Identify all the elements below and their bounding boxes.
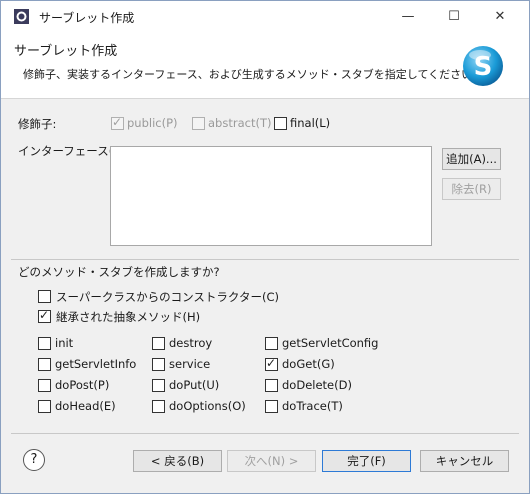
dotrace-checkbox[interactable] <box>265 400 278 413</box>
footer-separator <box>11 433 519 434</box>
finish-button[interactable]: 完了(F) <box>322 450 411 472</box>
wizard-header: サーブレット作成 修飾子、実装するインターフェース、および生成するメソッド・スタ… <box>1 32 529 99</box>
service-checkbox[interactable] <box>152 358 165 371</box>
servlet-wizard-window: サーブレット作成 — ☐ ✕ サーブレット作成 修飾子、実装するインターフェース… <box>0 0 530 494</box>
minimize-button[interactable]: — <box>385 1 431 32</box>
cancel-button[interactable]: キャンセル <box>420 450 509 472</box>
destroy-label: destroy <box>169 336 213 350</box>
dopost-label: doPost(P) <box>55 378 110 392</box>
dohead-checkbox[interactable] <box>38 400 51 413</box>
stubs-question: どのメソッド・スタブを作成しますか? <box>18 265 220 279</box>
page-description: 修飾子、実装するインターフェース、および生成するメソッド・スタブを指定してくださ… <box>23 68 484 81</box>
dodelete-checkbox[interactable] <box>265 379 278 392</box>
dodelete-label: doDelete(D) <box>282 378 352 392</box>
public-checkbox[interactable]: ✓ <box>111 115 124 130</box>
service-label: service <box>169 357 211 371</box>
servlet-logo-icon: S <box>463 46 503 86</box>
modifiers-label: 修飾子: <box>18 117 57 131</box>
checkmark-icon: ✓ <box>112 115 123 129</box>
inherited-abstract-label: 継承された抽象メソッド(H) <box>56 310 201 324</box>
page-title: サーブレット作成 <box>14 44 118 59</box>
svg-text:S: S <box>474 52 493 82</box>
doput-label: doPut(U) <box>169 378 220 392</box>
init-checkbox[interactable] <box>38 337 51 350</box>
dohead-label: doHead(E) <box>55 399 116 413</box>
eclipse-icon <box>14 9 29 24</box>
remove-interface-button[interactable]: 除去(R) <box>442 178 501 200</box>
abstract-label: abstract(T) <box>208 116 272 130</box>
doget-checkbox[interactable]: ✓ <box>265 356 278 371</box>
checkmark-icon: ✓ <box>266 356 277 370</box>
getservletinfo-checkbox[interactable] <box>38 358 51 371</box>
dooptions-label: doOptions(O) <box>169 399 246 413</box>
dooptions-checkbox[interactable] <box>152 400 165 413</box>
help-icon[interactable]: ? <box>23 449 45 471</box>
final-label: final(L) <box>290 116 331 130</box>
superclass-constructors-label: スーパークラスからのコンストラクター(C) <box>56 290 279 304</box>
next-button[interactable]: 次へ(N) > <box>227 450 316 472</box>
dopost-checkbox[interactable] <box>38 379 51 392</box>
doput-checkbox[interactable] <box>152 379 165 392</box>
separator <box>11 259 519 260</box>
title-bar: サーブレット作成 — ☐ ✕ <box>1 1 529 32</box>
public-label: public(P) <box>127 116 178 130</box>
back-button[interactable]: < 戻る(B) <box>133 450 222 472</box>
dotrace-label: doTrace(T) <box>282 399 343 413</box>
close-button[interactable]: ✕ <box>477 1 523 32</box>
doget-label: doGet(G) <box>282 357 335 371</box>
destroy-checkbox[interactable] <box>152 337 165 350</box>
maximize-button[interactable]: ☐ <box>431 1 477 32</box>
abstract-checkbox[interactable] <box>192 117 205 130</box>
inherited-abstract-checkbox[interactable]: ✓ <box>38 308 51 323</box>
getservletconfig-label: getServletConfig <box>282 336 379 350</box>
getservletconfig-checkbox[interactable] <box>265 337 278 350</box>
final-checkbox[interactable] <box>274 117 287 130</box>
getservletinfo-label: getServletInfo <box>55 357 137 371</box>
interfaces-label: インターフェース(I): <box>18 144 125 158</box>
checkmark-icon: ✓ <box>39 308 50 322</box>
add-interface-button[interactable]: 追加(A)... <box>442 148 501 170</box>
window-title: サーブレット作成 <box>39 11 135 25</box>
interfaces-list[interactable] <box>110 146 432 246</box>
superclass-constructors-checkbox[interactable] <box>38 290 51 303</box>
init-label: init <box>55 336 74 350</box>
